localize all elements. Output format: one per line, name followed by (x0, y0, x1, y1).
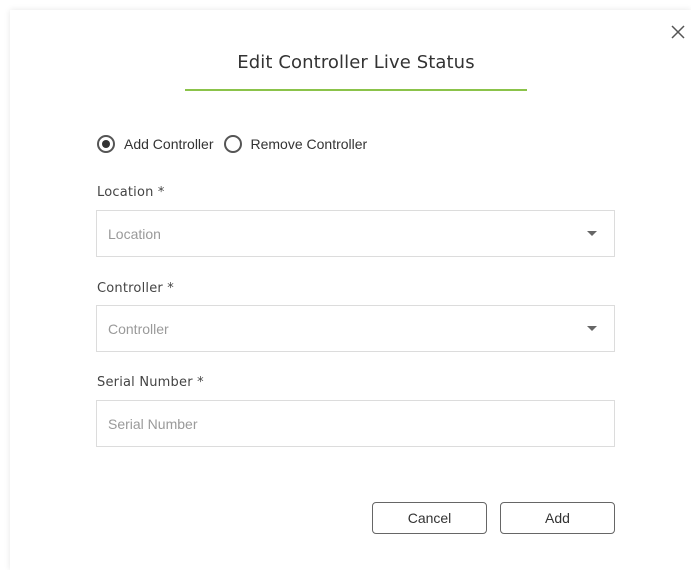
controller-placeholder: Controller (108, 320, 169, 337)
close-icon[interactable] (670, 24, 686, 40)
cancel-button[interactable]: Cancel (372, 502, 487, 534)
radio-checked-icon (97, 135, 115, 153)
title-underline (185, 89, 527, 91)
location-select[interactable]: Location (96, 210, 615, 257)
location-label: Location * (97, 185, 165, 200)
radio-unchecked-icon (223, 135, 242, 153)
serial-number-label: Serial Number * (97, 375, 204, 390)
dialog-title: Edit Controller Live Status (237, 52, 475, 73)
controller-select[interactable]: Controller (96, 305, 615, 352)
caret-down-icon (587, 231, 597, 236)
serial-number-input[interactable] (96, 400, 615, 447)
add-controller-radio[interactable]: Add Controller (97, 135, 214, 153)
location-placeholder: Location (108, 225, 161, 242)
controller-mode-radio-group: Add Controller Remove Controller (97, 133, 367, 155)
caret-down-icon (587, 326, 597, 331)
add-controller-label: Add Controller (124, 136, 214, 152)
remove-controller-radio[interactable]: Remove Controller (223, 135, 368, 153)
controller-label: Controller * (97, 281, 174, 296)
remove-controller-label: Remove Controller (250, 136, 368, 152)
add-button[interactable]: Add (500, 502, 615, 534)
